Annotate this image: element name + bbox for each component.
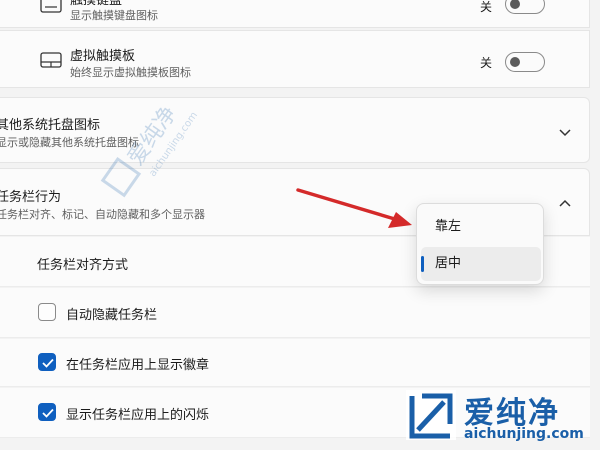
watermark-url-text: aichunjing.com [464,426,584,442]
auto-hide-label: 自动隐藏任务栏 [66,308,158,323]
alignment-dropdown: 靠左 居中 [416,203,544,285]
chevron-up-icon[interactable] [558,196,572,210]
other-tray-icons-row[interactable]: 其他系统托盘图标 显示或隐藏其他系统托盘图标 [0,97,590,163]
keyboard-icon [40,0,62,13]
dropdown-option-center[interactable]: 居中 [421,247,541,281]
toggle-knob [510,57,520,67]
toggle-knob [510,0,520,9]
checkmark-icon [42,408,54,418]
show-flashing-label: 显示任务栏应用上的闪烁 [66,408,210,423]
virtual-touchpad-toggle[interactable] [505,52,545,72]
show-badges-checkbox[interactable] [38,353,56,371]
selection-indicator [421,256,424,272]
virtual-touchpad-subtitle: 始终显示虚拟触摸板图标 [70,66,191,79]
dropdown-option-left[interactable]: 靠左 [421,210,541,244]
taskbar-behaviors-title: 任务栏行为 [0,190,62,205]
taskbar-behaviors-subtitle: 任务栏对齐、标记、自动隐藏和多个显示器 [0,208,205,221]
watermark-logo: 爱纯净 aichunjing.com [404,388,594,446]
chevron-down-icon[interactable] [558,124,572,138]
touchpad-icon [40,52,62,68]
virtual-touchpad-row: 虚拟触摸板 始终显示虚拟触摸板图标 关 [0,30,590,88]
show-badges-row: 在任务栏应用上显示徽章 [0,339,590,387]
checkmark-icon [42,358,54,368]
auto-hide-row: 自动隐藏任务栏 [0,288,590,338]
dropdown-option-left-label: 靠左 [435,219,462,234]
virtual-touchpad-toggle-label: 关 [480,56,493,70]
show-badges-label: 在任务栏应用上显示徽章 [66,358,210,373]
touch-keyboard-row: 触摸键盘 显示触摸键盘图标 关 [0,0,590,28]
touch-keyboard-toggle[interactable] [505,0,545,14]
taskbar-alignment-label: 任务栏对齐方式 [37,258,129,273]
virtual-touchpad-title: 虚拟触摸板 [70,49,136,64]
touch-keyboard-subtitle: 显示触摸键盘图标 [70,9,158,22]
show-flashing-checkbox[interactable] [38,403,56,421]
other-tray-icons-subtitle: 显示或隐藏其他系统托盘图标 [0,136,139,149]
auto-hide-checkbox[interactable] [38,303,56,321]
dropdown-option-center-label: 居中 [435,256,462,271]
touch-keyboard-toggle-label: 关 [480,0,493,14]
other-tray-icons-title: 其他系统托盘图标 [0,118,101,133]
